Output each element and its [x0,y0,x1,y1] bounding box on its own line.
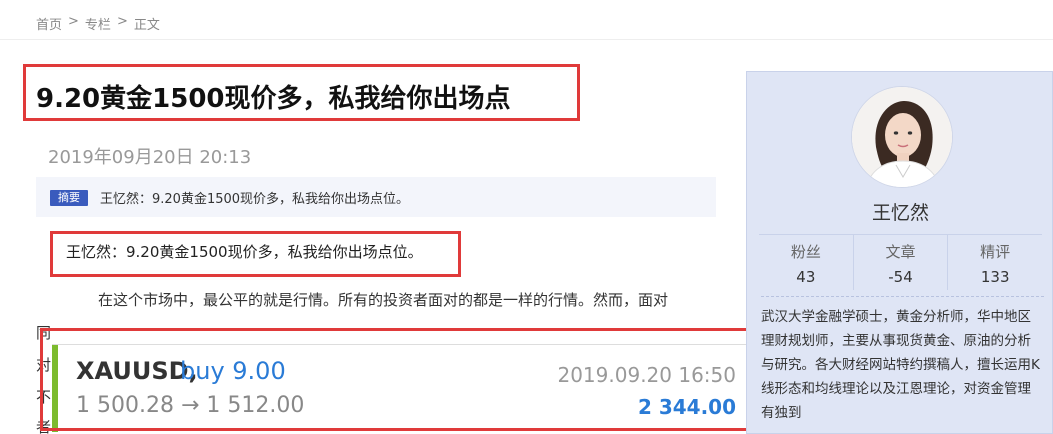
breadcrumb-home-link[interactable]: 首页 [36,14,62,33]
stat-label: 精评 [980,243,1011,261]
breadcrumb-separator: > [68,14,79,29]
page-title: 9.20黄金1500现价多，私我给你出场点 [36,84,511,114]
summary-tag: 摘要 [50,190,88,206]
summary-box: 摘要 王忆然：9.20黄金1500现价多，私我给你出场点位。 [36,177,716,217]
breadcrumb-current: 正文 [133,18,160,33]
author-sidebar: 王忆然 粉丝 43 文章 -54 精评 133 武汉大学金融学硕士，黄金分析师，… [746,71,1053,434]
avatar-photo-icon[interactable] [851,86,953,188]
stat-featured: 精评 133 [948,235,1042,290]
author-name[interactable]: 王忆然 [747,198,1053,225]
summary-text: 王忆然：9.20黄金1500现价多，私我给你出场点位。 [100,192,410,207]
stat-label: 文章 [885,243,916,261]
breadcrumb: 首页 > 专栏 > 正文 [36,14,160,33]
author-stats: 粉丝 43 文章 -54 精评 133 [759,234,1042,290]
stat-value: 133 [980,268,1010,286]
stat-articles: 文章 -54 [854,235,949,290]
article-lead-text: 王忆然：9.20黄金1500现价多，私我给你出场点位。 [66,243,423,261]
author-bio: 武汉大学金融学硕士，黄金分析师，华中地区理财规划师，主要从事现货黄金、原油的分析… [761,296,1044,425]
stat-value: 43 [796,268,816,286]
breadcrumb-column-link[interactable]: 专栏 [85,14,111,33]
stat-value: -54 [888,268,913,286]
stat-label: 粉丝 [790,243,821,261]
breadcrumb-separator: > [116,14,128,29]
header-divider [0,39,1053,40]
trade-highlight-box [40,328,761,431]
publish-date: 2019年09月20日 20:13 [48,147,252,168]
stat-fans: 粉丝 43 [759,235,854,290]
article-paragraph: 在这个市场中，最公平的就是行情。所有的投资者面对的都是一样的行情。然而，面对 [98,291,669,309]
